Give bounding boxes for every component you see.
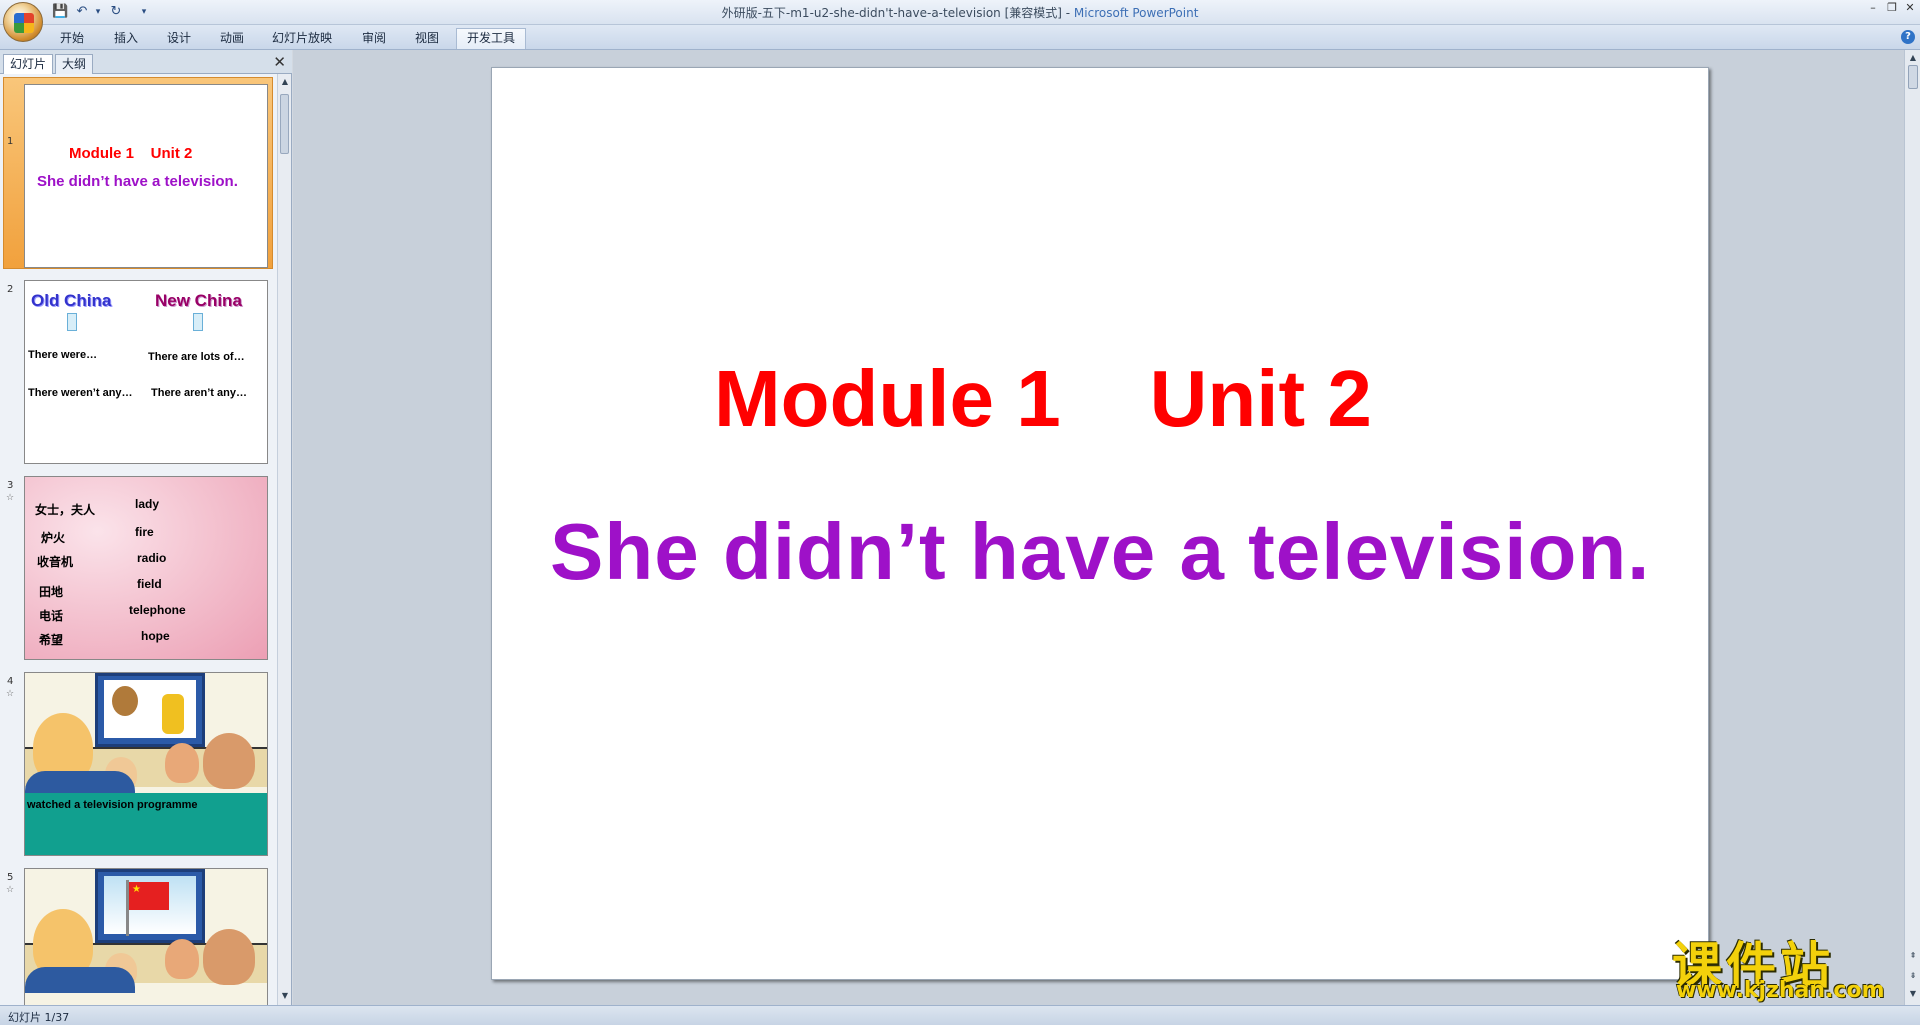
thumb-text: There were… [28, 349, 98, 361]
ribbon-tabs: 开始 插入 设计 动画 幻灯片放映 审阅 视图 开发工具 ? [0, 25, 1920, 50]
person-illustration [203, 733, 255, 789]
scrollbar-thumb[interactable] [280, 94, 289, 154]
thumb-word-en: radio [137, 551, 167, 565]
thumb-word-cn: 电话 [39, 609, 64, 623]
slide-counter: 幻灯片 1/37 [8, 1011, 70, 1024]
tv-illustration [95, 673, 205, 747]
slide-title[interactable]: Module 1 Unit 2 [492, 353, 1708, 445]
slide-editor: Module 1 Unit 2 She didn’t have a televi… [293, 50, 1904, 1005]
watermark-url: www.kjzhan.com [1676, 978, 1885, 1003]
tab-slideshow[interactable]: 幻灯片放映 [268, 29, 336, 47]
tab-slides[interactable]: 幻灯片 [3, 54, 54, 74]
slide-subtitle[interactable]: She didn’t have a television. [492, 506, 1708, 598]
thumb-word-en: hope [141, 629, 170, 643]
slide-number: 1 [7, 136, 14, 147]
thumb-word-en: field [137, 577, 162, 591]
scroll-down-icon[interactable]: ▼ [279, 990, 291, 1002]
slide-number: 4 [7, 676, 14, 687]
pane-tabs: 幻灯片 大纲 ✕ [0, 50, 292, 74]
scroll-up-icon[interactable]: ▲ [1907, 52, 1919, 64]
thumb-word-cn: 收音机 [37, 555, 74, 569]
down-arrow-icon [67, 313, 77, 331]
tv-screen [104, 680, 196, 738]
tab-home[interactable]: 开始 [56, 29, 88, 47]
title-bar: 💾 ↶ ▾ ↻ ▾ 外研版-五下-m1-u2-she-didn't-have-a… [0, 0, 1920, 25]
thumb-word-en: telephone [129, 603, 186, 617]
thumb-word-en: lady [135, 497, 160, 511]
thumb-old-china: Old China [31, 291, 112, 310]
thumbnail-list[interactable]: 1 Module 1 Unit 2 She didn’t have a tele… [0, 74, 277, 1005]
thumb-new-china: New China [155, 291, 242, 310]
scroll-up-icon[interactable]: ▲ [279, 76, 291, 88]
close-button[interactable]: ✕ [1899, 1, 1920, 15]
tab-developer[interactable]: 开发工具 [456, 28, 527, 49]
animation-star-icon: ☆ [6, 689, 15, 699]
previous-slide-icon[interactable]: ⇞ [1907, 950, 1919, 962]
thumb-word-cn: 田地 [39, 585, 64, 599]
tab-design[interactable]: 设计 [163, 29, 195, 47]
giraffe-icon [162, 694, 184, 734]
tab-animations[interactable]: 动画 [216, 29, 248, 47]
slides-pane: 幻灯片 大纲 ✕ 1 Module 1 Unit 2 She didn’t ha… [0, 50, 292, 1005]
tab-review[interactable]: 审阅 [358, 29, 390, 47]
next-slide-icon[interactable]: ⇟ [1907, 970, 1919, 982]
office-logo-icon [14, 13, 34, 33]
tv-screen: ★ [104, 876, 196, 936]
scroll-down-icon[interactable]: ▼ [1907, 988, 1919, 1000]
thumb-word-cn: 女士，夫人 [35, 503, 96, 517]
slide-thumbnail-3[interactable]: 女士，夫人 炉火 收音机 田地 电话 希望 lady fire radio fi… [24, 476, 268, 660]
flag-icon: ★ [129, 882, 169, 910]
thumb-word-cn: 炉火 [41, 531, 66, 545]
person-illustration [203, 929, 255, 985]
slide-number: 3 [7, 480, 14, 491]
slide-thumbnail-4[interactable]: watched a television programme [24, 672, 268, 856]
tab-outline[interactable]: 大纲 [55, 54, 94, 74]
person-illustration [165, 743, 199, 783]
thumb-word-en: fire [135, 525, 154, 539]
thumb-text: There aren’t any… [151, 387, 247, 399]
sofa-shape [25, 967, 135, 993]
monkey-icon [112, 686, 138, 716]
thumb-text: There weren’t any… [28, 387, 133, 399]
star-icon: ★ [132, 884, 141, 895]
slide-scrollbar[interactable]: ▲ ⇞ ⇟ ▼ [1904, 50, 1920, 1005]
thumb-caption: watched a television programme [27, 799, 198, 811]
tv-illustration: ★ [95, 869, 205, 943]
thumb-subtitle: She didn’t have a television. [37, 173, 238, 190]
slide-thumbnail-1[interactable]: Module 1 Unit 2 She didn’t have a televi… [24, 84, 268, 268]
slide-thumbnail-2[interactable]: Old China New China There were… There ar… [24, 280, 268, 464]
thumb-text: There are lots of… [148, 351, 245, 363]
person-illustration [165, 939, 199, 979]
help-icon[interactable]: ? [1901, 30, 1915, 44]
office-button[interactable] [3, 2, 43, 42]
thumb-title: Module 1 Unit 2 [69, 145, 193, 162]
status-bar: 幻灯片 1/37 [0, 1005, 1920, 1025]
close-pane-icon[interactable]: ✕ [273, 53, 286, 71]
tab-insert[interactable]: 插入 [110, 29, 142, 47]
animation-star-icon: ☆ [6, 885, 15, 895]
slide-number: 5 [7, 872, 14, 883]
window-title: 外研版-五下-m1-u2-she-didn't-have-a-televisio… [0, 4, 1920, 21]
slide-thumbnail-5[interactable]: ★ [24, 868, 268, 1005]
current-slide[interactable]: Module 1 Unit 2 She didn’t have a televi… [491, 67, 1709, 980]
watermark: 课件站 www.kjzhan.com [1672, 926, 1904, 1003]
scrollbar-thumb[interactable] [1908, 65, 1918, 89]
document-name: 外研版-五下-m1-u2-she-didn't-have-a-televisio… [721, 6, 1074, 20]
app-name: Microsoft PowerPoint [1073, 6, 1199, 20]
tab-view[interactable]: 视图 [411, 29, 443, 47]
thumbnail-scrollbar[interactable]: ▲ ▼ [277, 74, 291, 1005]
animation-star-icon: ☆ [6, 493, 15, 503]
down-arrow-icon [193, 313, 203, 331]
thumb-word-cn: 希望 [39, 633, 64, 647]
slide-number: 2 [7, 284, 14, 295]
